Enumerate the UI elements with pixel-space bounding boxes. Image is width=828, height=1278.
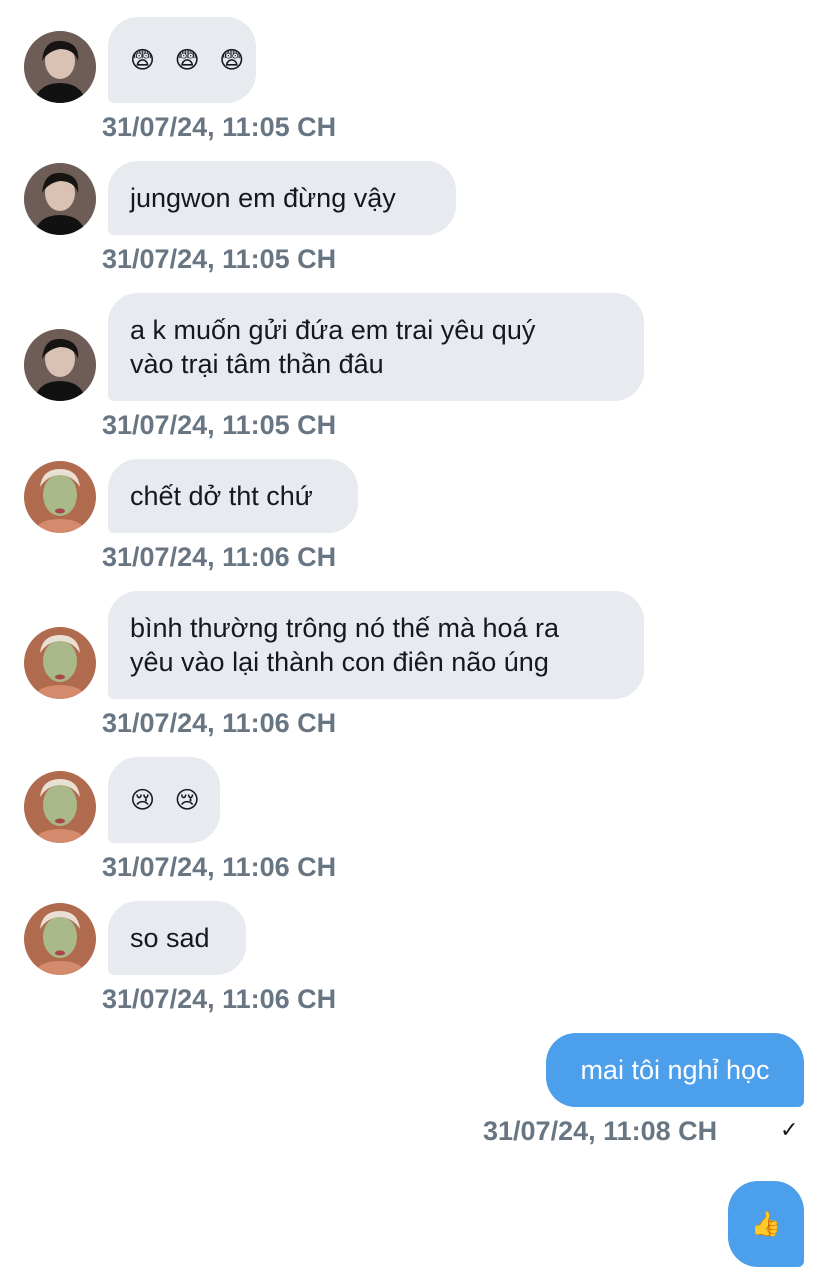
thumbs-up-icon: 👍 bbox=[751, 1210, 781, 1238]
message-timestamp: 31/07/24, 11:06 CH bbox=[102, 852, 337, 882]
avatar[interactable] bbox=[24, 771, 96, 843]
message-text: jungwon em đừng vậy bbox=[130, 183, 396, 213]
check-icon: ✓ bbox=[780, 1118, 799, 1143]
chat-screen: { "messages": [ {"sender": "other-a", "t… bbox=[0, 0, 828, 1278]
message-bubble[interactable]: chết dở tht chứ bbox=[108, 459, 358, 533]
message-timestamp: 31/07/24, 11:06 CH bbox=[102, 708, 337, 738]
message-timestamp: 31/07/24, 11:08 CH bbox=[483, 1116, 718, 1146]
outgoing-message-bubble[interactable]: 👍 bbox=[728, 1181, 804, 1267]
avatar[interactable] bbox=[24, 461, 96, 533]
message-timestamp: 31/07/24, 11:06 CH bbox=[102, 542, 337, 572]
message-text: 😢 😢 bbox=[130, 786, 206, 814]
message-text-line: vào trại tâm thần đâu bbox=[130, 349, 384, 379]
message-timestamp: 31/07/24, 11:06 CH bbox=[102, 984, 337, 1014]
message-text: so sad bbox=[130, 923, 210, 953]
avatar[interactable] bbox=[24, 163, 96, 235]
message-timestamp: 31/07/24, 11:05 CH bbox=[102, 244, 337, 274]
message-bubble[interactable]: jungwon em đừng vậy bbox=[108, 161, 456, 235]
message-text-line: a k muốn gửi đứa em trai yêu quý bbox=[130, 315, 536, 345]
message-bubble[interactable]: so sad bbox=[108, 901, 246, 975]
message-text: 😨 😨 😨 bbox=[130, 46, 251, 74]
message-text: chết dở tht chứ bbox=[130, 481, 313, 511]
message-text-line: yêu vào lại thành con điên não úng bbox=[130, 647, 549, 677]
message-timestamp: 31/07/24, 11:05 CH bbox=[102, 112, 337, 142]
message-text-line: bình thường trông nó thế mà hoá ra bbox=[130, 613, 560, 643]
avatar[interactable] bbox=[24, 31, 96, 103]
avatar[interactable] bbox=[24, 329, 96, 401]
outgoing-message-bubble[interactable]: mai tôi nghỉ học bbox=[546, 1033, 804, 1107]
message-timestamp: 31/07/24, 11:05 CH bbox=[102, 410, 337, 440]
message-bubble[interactable]: a k muốn gửi đứa em trai yêu quý vào trạ… bbox=[108, 293, 644, 401]
message-bubble[interactable]: 😢 😢 bbox=[108, 757, 220, 843]
message-bubble[interactable]: bình thường trông nó thế mà hoá ra yêu v… bbox=[108, 591, 644, 699]
avatar[interactable] bbox=[24, 903, 96, 975]
message-bubble[interactable]: 😨 😨 😨 bbox=[108, 17, 256, 103]
avatar[interactable] bbox=[24, 627, 96, 699]
message-text: mai tôi nghỉ học bbox=[580, 1055, 770, 1085]
